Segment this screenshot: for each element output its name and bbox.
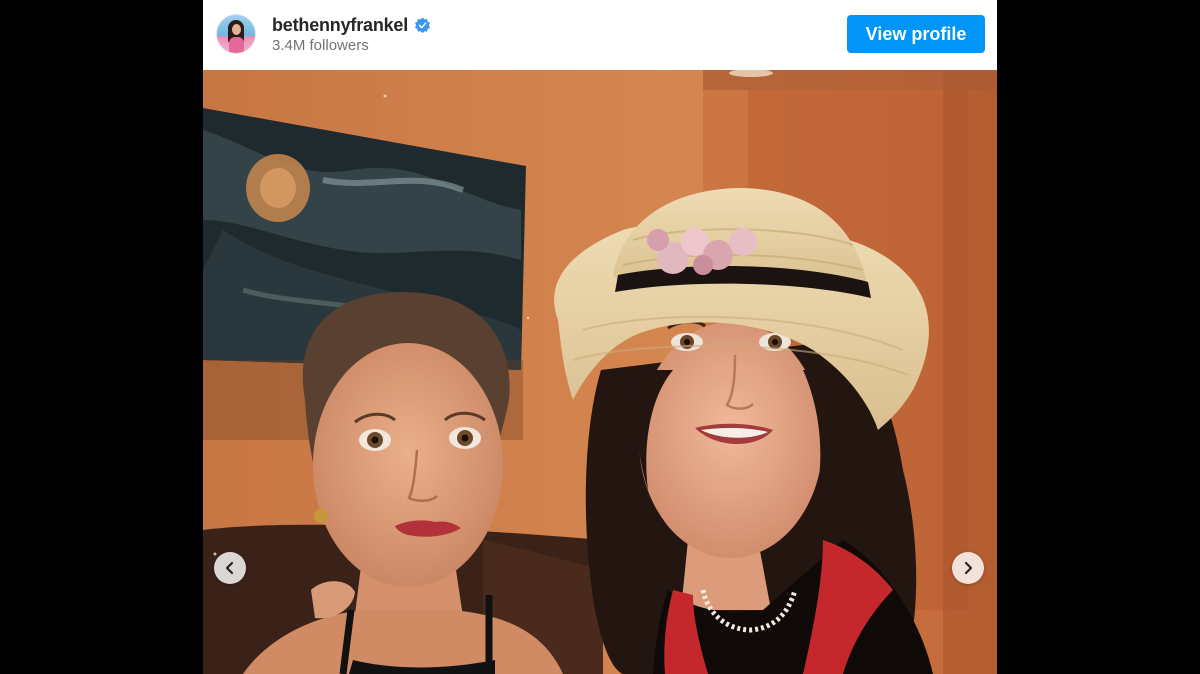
- username-row: bethennyfrankel: [272, 14, 431, 36]
- view-profile-button[interactable]: View profile: [847, 15, 985, 53]
- chevron-right-icon: [962, 561, 974, 575]
- embed-header: bethennyfrankel 3.4M followers View prof…: [203, 0, 997, 70]
- chevron-left-icon: [224, 561, 236, 575]
- photo-illustration: [203, 70, 997, 674]
- page-background: bethennyfrankel 3.4M followers View prof…: [0, 0, 1200, 674]
- follower-count: 3.4M followers: [272, 37, 369, 54]
- username-link[interactable]: bethennyfrankel: [272, 15, 408, 36]
- profile-avatar[interactable]: [216, 14, 256, 54]
- avatar-face: [232, 24, 241, 35]
- carousel-next-button[interactable]: [952, 552, 984, 584]
- verified-badge-icon: [414, 16, 431, 34]
- post-photo[interactable]: [203, 70, 997, 674]
- instagram-embed: bethennyfrankel 3.4M followers View prof…: [203, 0, 997, 674]
- carousel-prev-button[interactable]: [214, 552, 246, 584]
- avatar-dress: [229, 37, 244, 53]
